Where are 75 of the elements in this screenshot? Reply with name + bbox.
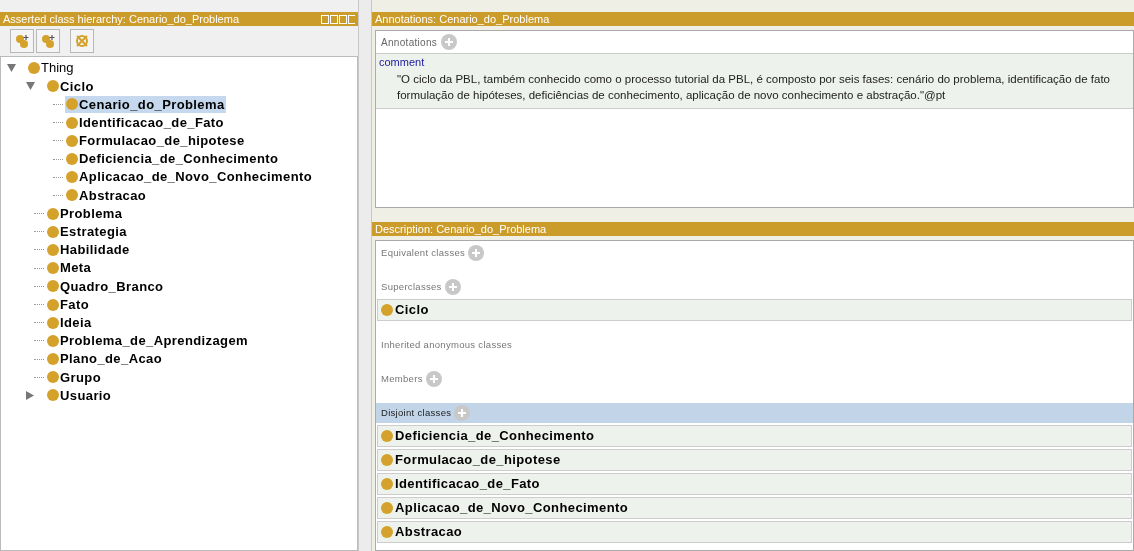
expanded-triangle-icon[interactable]: [26, 82, 35, 91]
class-icon: [47, 243, 59, 256]
class-icon: [47, 316, 59, 329]
tree-item[interactable]: Fato: [46, 296, 91, 314]
tree-item[interactable]: Problema: [46, 205, 124, 223]
class-icon: [381, 478, 393, 490]
class-row[interactable]: Formulacao_de_hipotese: [377, 449, 1132, 471]
tree-item[interactable]: Quadro_Branco: [46, 277, 165, 295]
class-icon: [47, 334, 59, 347]
class-row[interactable]: Deficiencia_de_Conhecimento: [377, 425, 1132, 447]
splitter[interactable]: [358, 0, 372, 551]
class-icon: [381, 454, 393, 466]
class-row[interactable]: Ciclo: [377, 299, 1132, 321]
section-label: Superclasses: [381, 279, 442, 294]
tree-item[interactable]: Ciclo: [46, 77, 95, 95]
tree-item[interactable]: Meta: [46, 259, 93, 277]
class-icon: [381, 502, 393, 514]
class-icon: [66, 189, 78, 202]
add-icon[interactable]: [441, 34, 458, 50]
class-icon: [66, 134, 78, 147]
class-icon: [47, 262, 59, 275]
class-icon: [381, 526, 393, 538]
class-row[interactable]: Abstracao: [377, 521, 1132, 543]
class-icon: [66, 116, 78, 129]
section-label: Equivalent classes: [381, 245, 466, 260]
panel-title: Annotations: Cenario_do_Problema: [375, 13, 550, 25]
tree-item[interactable]: Estrategia: [46, 223, 128, 241]
add-icon[interactable]: [468, 245, 485, 261]
annotation-value: "O ciclo da PBL, também conhecido como o processo tutorial da PBL, é composto por seis fases: cenário do problema, identificação de fato formulação de hipóteses, deficiências de conhecimento, aplicação de novo conhecimento e abstração."@pt: [396, 71, 1111, 103]
class-icon: [66, 153, 78, 166]
section-label: Inherited anonymous classes: [381, 337, 513, 352]
collapsed-triangle-icon[interactable]: [26, 390, 34, 400]
class-icon: [47, 225, 59, 238]
class-icon: [28, 62, 40, 75]
class-row[interactable]: Identificacao_de_Fato: [377, 473, 1132, 495]
class-icon: [66, 171, 78, 184]
tree-item[interactable]: Usuario: [46, 386, 113, 404]
tree-item[interactable]: Thing: [27, 59, 75, 77]
add-sibling-icon[interactable]: [36, 29, 60, 53]
class-icon: [47, 389, 59, 402]
section-label: Annotations: [381, 35, 438, 50]
add-subclass-icon[interactable]: [10, 29, 34, 53]
section-label: Disjoint classes: [381, 405, 452, 420]
class-icon: [66, 98, 78, 111]
class-icon: [47, 80, 59, 93]
window-controls-icon[interactable]: [321, 14, 355, 24]
class-icon: [47, 353, 59, 366]
tree-item[interactable]: Deficiencia_de_Conhecimento: [65, 150, 280, 168]
section-label: Members: [381, 371, 423, 386]
panel-title: Description: Cenario_do_Problema: [375, 223, 547, 235]
class-icon: [47, 371, 59, 384]
tree-item[interactable]: Abstracao: [65, 186, 148, 204]
add-icon[interactable]: [454, 405, 471, 421]
class-icon: [381, 430, 393, 442]
class-icon: [381, 304, 393, 316]
tree-item[interactable]: Aplicacao_de_Novo_Conhecimento: [65, 168, 314, 186]
class-icon: [47, 207, 59, 220]
tree-item[interactable]: Grupo: [46, 368, 102, 386]
panel-title: Asserted class hierarchy: Cenario_do_Problema: [3, 13, 239, 25]
tree-item[interactable]: Identificacao_de_Fato: [65, 114, 225, 132]
class-icon: [47, 298, 59, 311]
tree-item[interactable]: Problema_de_Aprendizagem: [46, 332, 250, 350]
annotation-property: comment: [379, 55, 426, 70]
add-icon[interactable]: [444, 279, 461, 295]
class-icon: [47, 280, 59, 293]
tree-item[interactable]: Habilidade: [46, 241, 131, 259]
tree-item[interactable]: Plano_de_Acao: [46, 350, 163, 368]
tree-item[interactable]: Cenario_do_Problema: [65, 95, 226, 113]
tree-item[interactable]: Ideia: [46, 314, 93, 332]
delete-icon[interactable]: [70, 29, 94, 53]
class-row[interactable]: Aplicacao_de_Novo_Conhecimento: [377, 497, 1132, 519]
annotation-row[interactable]: [376, 53, 1133, 109]
add-icon[interactable]: [425, 371, 442, 387]
expanded-triangle-icon[interactable]: [7, 64, 16, 73]
tree-item[interactable]: Formulacao_de_hipotese: [65, 132, 246, 150]
